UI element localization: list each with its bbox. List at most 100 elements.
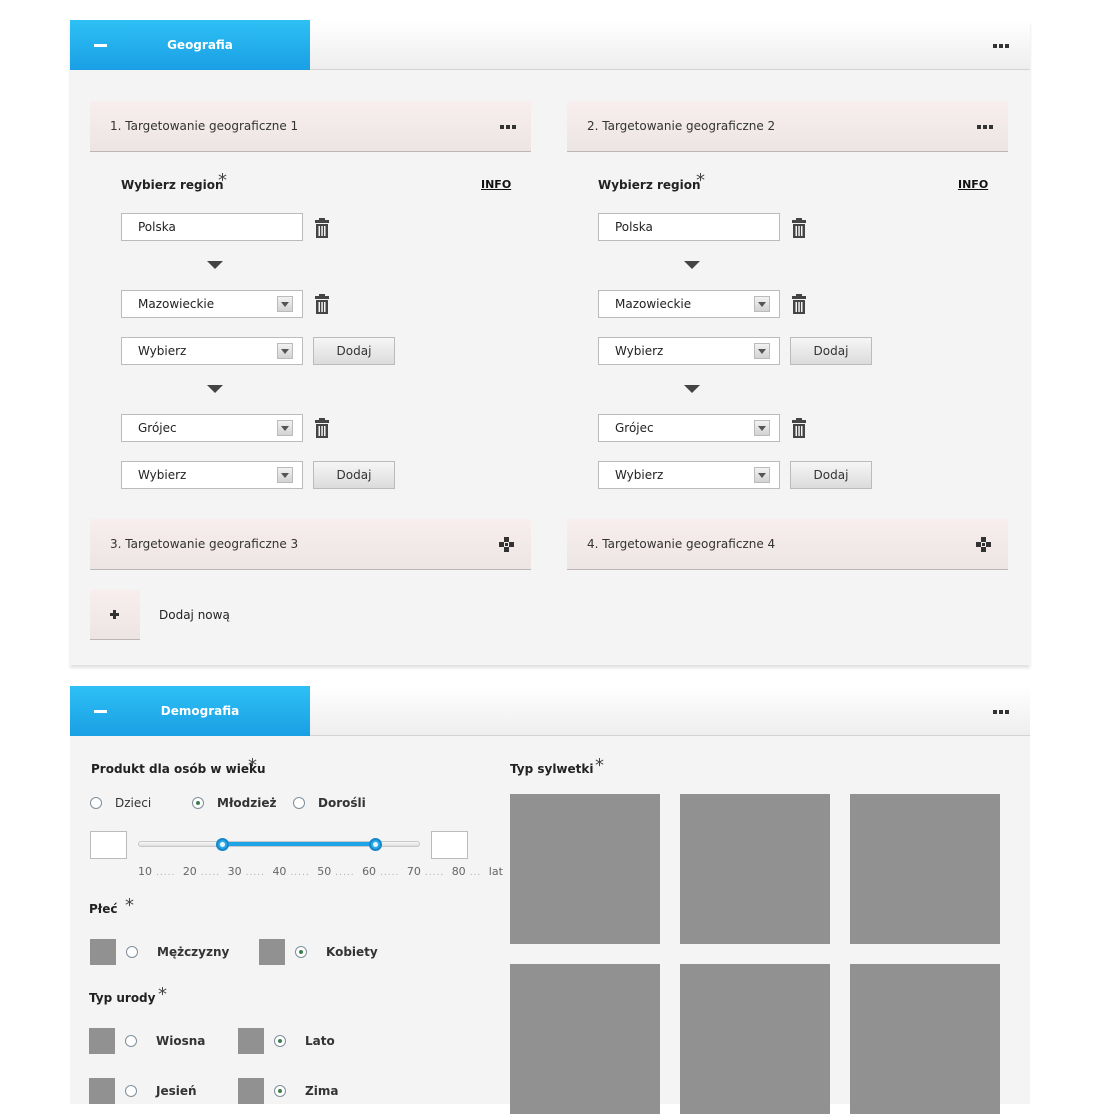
summer-swatch (238, 1028, 264, 1054)
radio-summer[interactable] (274, 1035, 286, 1047)
select-value: Mazowieckie (615, 297, 692, 311)
more-options-icon[interactable] (993, 44, 1009, 48)
scale-tick: 70 (406, 865, 421, 878)
radio-winter[interactable] (274, 1085, 286, 1097)
radio-autumn[interactable] (125, 1085, 137, 1097)
required-star: * (158, 984, 167, 1005)
trash-icon[interactable] (791, 418, 807, 438)
collapse-icon[interactable] (94, 44, 107, 47)
chevron-down-icon[interactable] (754, 467, 770, 483)
geo-panel-2-header[interactable]: 2. Targetowanie geograficzne 2 (567, 101, 1008, 152)
geo-panel-4-header[interactable]: 4. Targetowanie geograficzne 4 (567, 519, 1008, 570)
chevron-down-icon[interactable] (754, 420, 770, 436)
commune-select[interactable]: Wybierz (121, 461, 303, 489)
scale-tick: 10 (138, 865, 152, 878)
required-star: * (696, 170, 705, 191)
voivodeship-select[interactable]: Mazowieckie (598, 290, 780, 318)
chevron-down-icon[interactable] (277, 296, 293, 312)
scale-tick: 60 (362, 865, 377, 878)
info-link[interactable]: INFO (958, 178, 988, 191)
age-label: Produkt dla osób w wieku (91, 762, 266, 776)
scale-tick: 50 (317, 865, 332, 878)
county-select[interactable]: Wybierz (121, 337, 303, 365)
silhouette-tile[interactable] (850, 964, 1000, 1114)
scale-tick: 40 (272, 865, 287, 878)
district-select[interactable]: Grójec (598, 414, 780, 442)
silhouette-tile[interactable] (680, 794, 830, 944)
trash-icon[interactable] (314, 294, 330, 314)
silhouette-tile[interactable] (850, 794, 1000, 944)
radio-label: Lato (305, 1034, 335, 1048)
demography-header: Demografia (70, 686, 1030, 736)
geo-panel-1-header[interactable]: 1. Targetowanie geograficzne 1 (90, 101, 531, 152)
silhouette-tile[interactable] (510, 794, 660, 944)
arrow-down-icon (684, 261, 700, 269)
add-button[interactable]: Dodaj (313, 461, 395, 489)
chevron-down-icon[interactable] (277, 467, 293, 483)
add-new-label[interactable]: Dodaj nową (159, 608, 230, 622)
trash-icon[interactable] (791, 218, 807, 238)
gender-label: Płeć (89, 902, 118, 916)
voivodeship-select[interactable]: Mazowieckie (121, 290, 303, 318)
add-new-button[interactable] (90, 590, 140, 640)
trash-icon[interactable] (791, 294, 807, 314)
geo-panel-title: 3. Targetowanie geograficzne 3 (110, 537, 299, 551)
plus-icon (110, 610, 119, 619)
more-options-icon[interactable] (500, 125, 516, 129)
chevron-down-icon[interactable] (754, 296, 770, 312)
expand-plus-icon[interactable] (976, 537, 991, 552)
age-min-input[interactable] (90, 831, 127, 859)
country-input[interactable]: Polska (121, 213, 303, 241)
demography-title: Demografia (160, 704, 240, 718)
silhouette-tile[interactable] (510, 964, 660, 1114)
district-select[interactable]: Grójec (121, 414, 303, 442)
select-value: Wybierz (138, 344, 187, 358)
demography-tab[interactable]: Demografia (70, 686, 310, 736)
silhouette-tile[interactable] (680, 964, 830, 1114)
more-options-icon[interactable] (977, 125, 993, 129)
scale-tick: 80 (451, 865, 466, 878)
radio-female[interactable] (295, 946, 307, 958)
radio-children[interactable] (90, 797, 102, 809)
collapse-icon[interactable] (94, 710, 107, 713)
expand-plus-icon[interactable] (499, 537, 514, 552)
age-max-input[interactable] (431, 831, 468, 859)
trash-icon[interactable] (314, 418, 330, 438)
slider-max-handle[interactable] (368, 838, 382, 851)
radio-male[interactable] (126, 946, 138, 958)
age-slider-fill (222, 842, 376, 846)
select-value: Grójec (615, 421, 654, 435)
select-value: Mazowieckie (138, 297, 215, 311)
radio-youth[interactable] (192, 797, 204, 809)
geography-section: Geografia 1. Targetowanie geograficzne 1… (70, 20, 1030, 665)
region-label: Wybierz region (121, 178, 224, 192)
arrow-down-icon (207, 385, 223, 393)
required-star: * (125, 895, 134, 916)
arrow-down-icon (207, 261, 223, 269)
demography-section: Demografia Produkt dla osób w wieku * Dz… (70, 686, 1030, 1114)
add-button[interactable]: Dodaj (790, 461, 872, 489)
chevron-down-icon[interactable] (277, 420, 293, 436)
select-value: Wybierz (615, 468, 664, 482)
radio-adults[interactable] (293, 797, 305, 809)
spring-swatch (89, 1028, 115, 1054)
geography-tab[interactable]: Geografia (70, 20, 310, 70)
add-button[interactable]: Dodaj (313, 337, 395, 365)
radio-label: Zima (305, 1084, 339, 1098)
country-input[interactable]: Polska (598, 213, 780, 241)
chevron-down-icon[interactable] (277, 343, 293, 359)
select-value: Grójec (138, 421, 177, 435)
more-options-icon[interactable] (993, 710, 1009, 714)
radio-label: Młodzież (217, 796, 277, 810)
slider-min-handle[interactable] (215, 838, 229, 851)
county-select[interactable]: Wybierz (598, 337, 780, 365)
chevron-down-icon[interactable] (754, 343, 770, 359)
geo-panel-3-header[interactable]: 3. Targetowanie geograficzne 3 (90, 519, 531, 570)
info-link[interactable]: INFO (481, 178, 511, 191)
commune-select[interactable]: Wybierz (598, 461, 780, 489)
radio-label: Mężczyzny (157, 945, 230, 959)
add-button[interactable]: Dodaj (790, 337, 872, 365)
radio-spring[interactable] (125, 1035, 137, 1047)
required-star: * (248, 755, 257, 776)
trash-icon[interactable] (314, 218, 330, 238)
